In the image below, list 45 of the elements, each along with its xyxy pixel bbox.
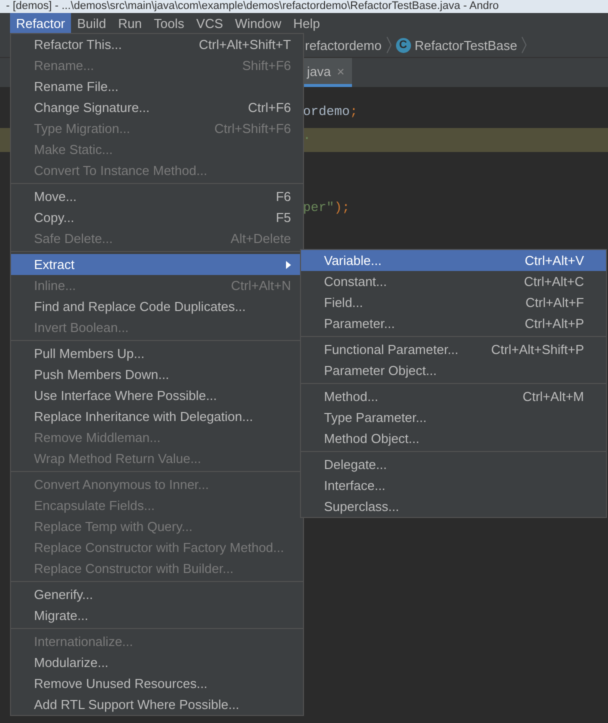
- menu-item[interactable]: Copy... F5: [11, 207, 303, 228]
- menu-bar-item[interactable]: Refactor: [10, 13, 72, 33]
- menu-item[interactable]: Type Parameter...: [301, 407, 606, 428]
- chevron-icon: [386, 36, 392, 54]
- menu-item[interactable]: Rename File...: [11, 76, 303, 97]
- menu-item[interactable]: Find and Replace Code Duplicates...: [11, 296, 303, 317]
- code-text: .: [303, 128, 311, 143]
- breadcrumb-item[interactable]: RefactorTestBase: [414, 38, 518, 52]
- menu-item[interactable]: Interface...: [301, 475, 606, 496]
- menu-item[interactable]: Change Signature... Ctrl+F6: [11, 97, 303, 118]
- menu-item[interactable]: Remove Unused Resources...: [11, 673, 303, 694]
- menu-item[interactable]: Use Interface Where Possible...: [11, 385, 303, 406]
- menu-item[interactable]: Extract: [11, 254, 303, 275]
- menu-item[interactable]: Migrate...: [11, 605, 303, 626]
- menu-item[interactable]: Add RTL Support Where Possible...: [11, 694, 303, 715]
- menu-item[interactable]: Field... Ctrl+Alt+F: [301, 292, 606, 313]
- code-text: per");: [303, 200, 350, 215]
- menu-item[interactable]: Parameter... Ctrl+Alt+P: [301, 313, 606, 334]
- menu-item[interactable]: Replace Inheritance with Delegation...: [11, 406, 303, 427]
- menu-item[interactable]: Variable... Ctrl+Alt+V: [301, 250, 606, 271]
- menu-bar-item[interactable]: VCS: [190, 13, 230, 33]
- code-text: ordemo;: [303, 104, 358, 119]
- menu-bar-item[interactable]: Help: [287, 13, 326, 33]
- menu-item[interactable]: Constant... Ctrl+Alt+C: [301, 271, 606, 292]
- chevron-icon: [521, 36, 528, 54]
- menu-bar-item[interactable]: Window: [229, 13, 288, 33]
- editor-tab[interactable]: java ×: [303, 58, 352, 87]
- menu-item[interactable]: Functional Parameter... Ctrl+Alt+Shift+P: [301, 339, 606, 360]
- menu-item[interactable]: Delegate...: [301, 454, 606, 475]
- menu-bar-item[interactable]: Tools: [148, 13, 190, 33]
- menu-item[interactable]: Push Members Down...: [11, 364, 303, 385]
- menu-item[interactable]: Method... Ctrl+Alt+M: [301, 386, 606, 407]
- menu-item[interactable]: Method Object...: [301, 428, 606, 449]
- menu-item[interactable]: Refactor This... Ctrl+Alt+Shift+T: [11, 34, 303, 55]
- breadcrumb-item[interactable]: refactordemo: [305, 38, 382, 52]
- window-title: - [demos] - ...\demos\src\main\java\com\example\demos\refactordemo\RefactorTestBase.java - Andro: [5, 0, 499, 13]
- menu-item[interactable]: Pull Members Up...: [11, 343, 303, 364]
- menu-item[interactable]: Move... F6: [11, 186, 303, 207]
- menu-bar-item[interactable]: Run: [112, 13, 148, 33]
- menu-item[interactable]: Generify...: [11, 584, 303, 605]
- menu-item[interactable]: Parameter Object...: [301, 360, 606, 381]
- menu-item[interactable]: Superclass...: [301, 496, 606, 517]
- menu-bar-item[interactable]: Build: [71, 13, 112, 33]
- menu-item[interactable]: Modularize...: [11, 652, 303, 673]
- class-icon: C: [396, 38, 411, 52]
